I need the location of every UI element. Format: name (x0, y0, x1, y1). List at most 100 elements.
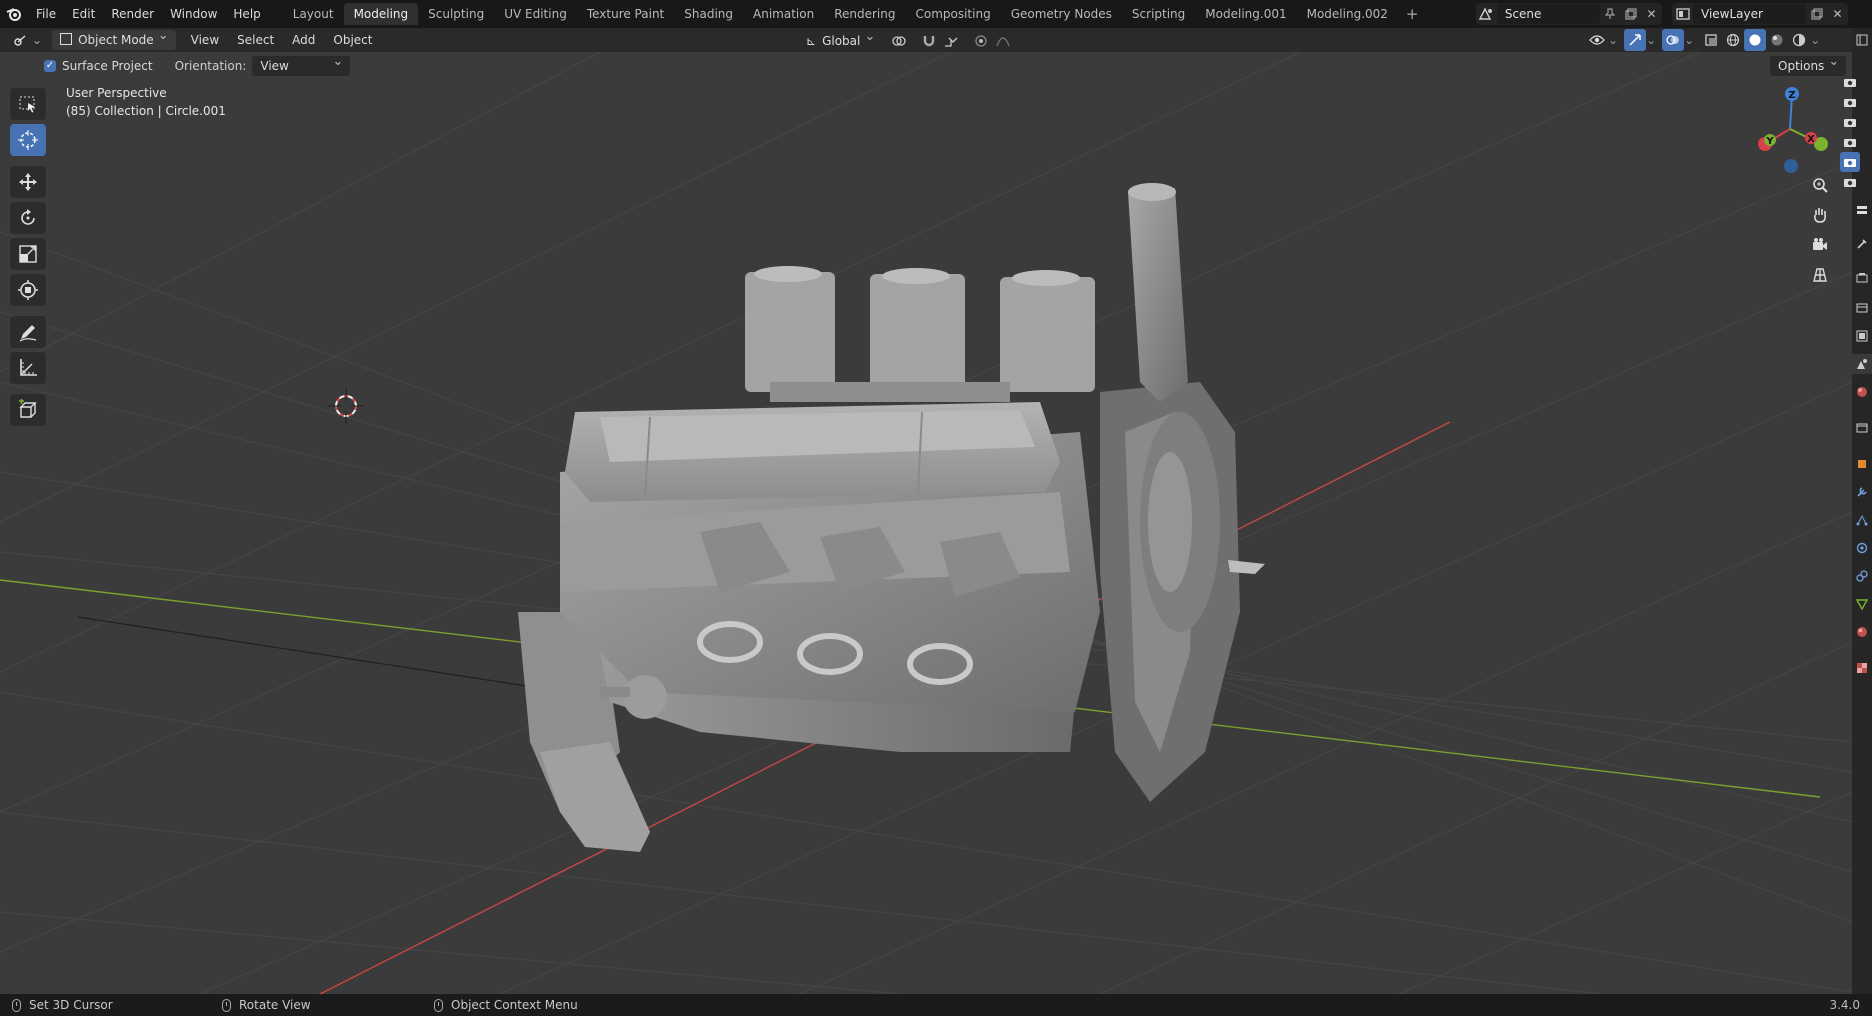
collection-camera-icon-5[interactable] (1840, 152, 1860, 172)
object-properties-icon[interactable] (1852, 454, 1872, 474)
tab-uv-editing[interactable]: UV Editing (494, 3, 577, 25)
view-layer-icon[interactable] (1672, 3, 1693, 25)
view-layer-name-field[interactable]: ViewLayer (1693, 4, 1806, 24)
tab-modeling-002[interactable]: Modeling.002 (1297, 3, 1398, 25)
tab-modeling[interactable]: Modeling (343, 3, 419, 25)
gizmo-z-label: Z (1788, 90, 1795, 101)
new-view-layer-icon[interactable] (1806, 3, 1827, 25)
tab-scripting[interactable]: Scripting (1122, 3, 1195, 25)
collection-camera-icon-2[interactable] (1840, 92, 1860, 112)
material-properties-icon[interactable] (1852, 622, 1872, 642)
scene-selector: Scene ✕ (1476, 3, 1662, 25)
rendered-shading-icon[interactable] (1788, 29, 1810, 51)
falloff-curve-icon[interactable] (992, 30, 1014, 52)
transform-orientation-dropdown[interactable]: ⊾ Global (798, 27, 882, 51)
menu-window[interactable]: Window (162, 0, 225, 28)
new-scene-icon[interactable] (1620, 3, 1641, 25)
add-cube-tool[interactable] (10, 394, 46, 426)
tab-compositing[interactable]: Compositing (905, 3, 1000, 25)
collection-properties-icon[interactable] (1852, 418, 1872, 438)
delete-scene-icon[interactable]: ✕ (1641, 3, 1662, 25)
collection-camera-icon-3[interactable] (1840, 112, 1860, 132)
pivot-point-icon[interactable] (888, 30, 910, 52)
blender-logo-icon[interactable] (0, 0, 28, 28)
navigation-buttons (1808, 170, 1832, 290)
scene-name-field[interactable]: Scene (1496, 4, 1600, 24)
zoom-icon[interactable] (1808, 170, 1832, 200)
material-shading-icon[interactable] (1766, 29, 1788, 51)
constraint-properties-icon[interactable] (1852, 566, 1872, 586)
tab-rendering[interactable]: Rendering (824, 3, 905, 25)
particle-properties-icon[interactable] (1852, 510, 1872, 530)
snap-magnet-icon[interactable] (918, 30, 940, 52)
physics-properties-icon[interactable] (1852, 538, 1872, 558)
tab-layout[interactable]: Layout (283, 3, 344, 25)
gizmo-toggle-icon[interactable] (1624, 29, 1647, 51)
editor-type-chevron-icon[interactable]: ⌄ (32, 33, 42, 47)
proportional-edit-icon[interactable] (970, 30, 992, 52)
tab-sculpting[interactable]: Sculpting (418, 3, 494, 25)
overlays-toggle-icon[interactable] (1662, 29, 1685, 51)
scene-properties-icon[interactable] (1852, 354, 1872, 374)
cursor-tool[interactable] (10, 124, 46, 156)
rotate-tool[interactable] (10, 202, 46, 234)
header-menu-add[interactable]: Add (283, 28, 324, 52)
options-dropdown[interactable]: Options (1770, 52, 1847, 76)
data-properties-icon[interactable] (1852, 594, 1872, 614)
snap-target-icon[interactable] (940, 30, 962, 52)
xray-toggle-icon[interactable] (1700, 29, 1722, 51)
orientation-axes-icon: ⊾ (806, 34, 817, 48)
output-properties-icon[interactable] (1852, 298, 1872, 318)
pin-icon[interactable] (1600, 3, 1621, 25)
header-menu-object[interactable]: Object (324, 28, 381, 52)
tab-texture-paint[interactable]: Texture Paint (577, 3, 674, 25)
transform-tool[interactable] (10, 274, 46, 306)
measure-tool[interactable] (10, 352, 46, 384)
visibility-eye-icon[interactable] (1586, 29, 1608, 51)
add-workspace-icon[interactable]: + (1398, 5, 1427, 23)
status-right-click: Object Context Menu (434, 998, 578, 1012)
editor-type-icon[interactable] (10, 29, 32, 51)
sidebar-toggle-icon[interactable] (1852, 200, 1872, 220)
menu-file[interactable]: File (28, 0, 64, 28)
tool-properties-icon[interactable] (1852, 234, 1872, 254)
tab-geometry-nodes[interactable]: Geometry Nodes (1001, 3, 1122, 25)
modifier-properties-icon[interactable] (1852, 482, 1872, 502)
move-tool[interactable] (10, 166, 46, 198)
object-mode-dropdown[interactable]: Object Mode (52, 26, 176, 50)
pan-hand-icon[interactable] (1808, 200, 1832, 230)
status-bar: Set 3D Cursor Rotate View Object Context… (0, 994, 1872, 1016)
collection-camera-icon-4[interactable] (1840, 132, 1860, 152)
collection-camera-icon-6[interactable] (1840, 172, 1860, 192)
ortho-grid-icon[interactable] (1808, 260, 1832, 290)
annotate-tool[interactable] (10, 316, 46, 348)
scene-icon[interactable] (1476, 3, 1497, 25)
navigation-gizmo[interactable]: Z Y X (1745, 84, 1835, 174)
3d-viewport[interactable]: User Perspective (85) Collection | Circl… (0, 52, 1852, 994)
outliner-toggle-icon[interactable] (1852, 30, 1872, 50)
orientation-dropdown[interactable]: View (252, 52, 351, 76)
render-properties-icon[interactable] (1852, 268, 1872, 288)
engine-model[interactable] (518, 183, 1265, 852)
header-menu-view[interactable]: View (182, 28, 228, 52)
tab-animation[interactable]: Animation (743, 3, 824, 25)
menu-help[interactable]: Help (225, 0, 268, 28)
view-layer-properties-icon[interactable] (1852, 326, 1872, 346)
wireframe-shading-icon[interactable] (1722, 29, 1744, 51)
workspace-tabs: Layout Modeling Sculpting UV Editing Tex… (283, 0, 1427, 28)
tab-shading[interactable]: Shading (674, 3, 743, 25)
mouse-right-icon (434, 998, 443, 1012)
world-properties-icon[interactable] (1852, 382, 1872, 402)
header-menu-select[interactable]: Select (228, 28, 283, 52)
tab-modeling-001[interactable]: Modeling.001 (1195, 3, 1296, 25)
delete-view-layer-icon[interactable]: ✕ (1827, 3, 1848, 25)
menu-render[interactable]: Render (103, 0, 162, 28)
texture-properties-icon[interactable] (1852, 658, 1872, 678)
camera-view-icon[interactable] (1808, 230, 1832, 260)
select-box-tool[interactable] (10, 88, 46, 120)
collection-camera-icon-1[interactable] (1840, 72, 1860, 92)
menu-edit[interactable]: Edit (64, 0, 103, 28)
surface-project-checkbox[interactable]: ✓ (44, 59, 56, 72)
solid-shading-icon[interactable] (1744, 29, 1767, 51)
scale-tool[interactable] (10, 238, 46, 270)
